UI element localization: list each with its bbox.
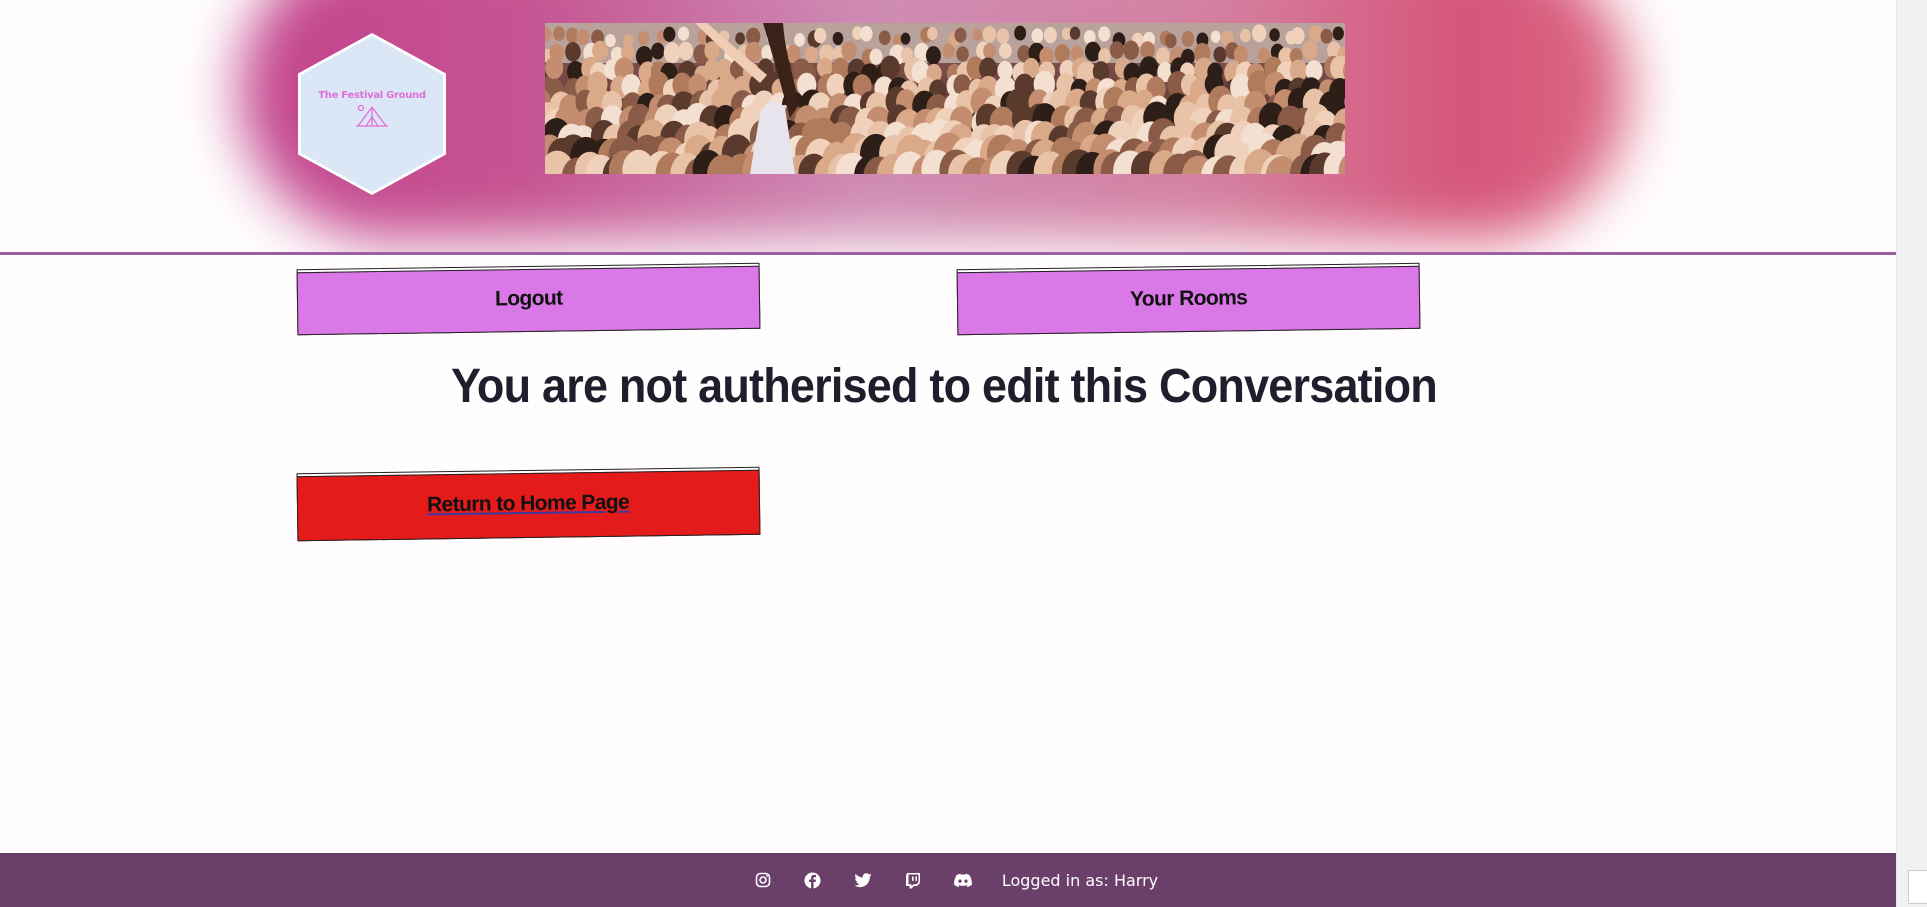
crowd-photo [545, 23, 1345, 174]
twitch-icon[interactable] [904, 871, 922, 889]
logged-in-status: Logged in as: Harry [1001, 870, 1159, 890]
logout-label: Logout [494, 286, 563, 311]
logo-text: The Festival Ground [318, 90, 426, 101]
twitter-icon[interactable] [854, 871, 872, 889]
tent-icon [356, 104, 388, 127]
page-title: You are not autherised to edit this Conv… [451, 357, 1438, 413]
instagram-icon[interactable] [754, 871, 772, 889]
facebook-icon[interactable] [804, 871, 822, 889]
logout-button[interactable]: Logout [296, 262, 761, 336]
discord-icon[interactable] [953, 871, 972, 889]
header-divider [0, 252, 1896, 255]
return-home-button[interactable]: Return to Home Page [296, 466, 761, 542]
site-footer: Logged in as: Harry [0, 853, 1896, 907]
corner-widget [1908, 870, 1927, 904]
your-rooms-label: Your Rooms [1129, 286, 1248, 311]
page: The Festival Ground Logout Your Rooms Yo… [0, 0, 1896, 907]
site-header: The Festival Ground [0, 0, 1896, 255]
vertical-scrollbar[interactable] [1896, 0, 1927, 907]
banner-image [545, 23, 1345, 174]
your-rooms-button[interactable]: Your Rooms [956, 262, 1421, 336]
return-home-label[interactable]: Return to Home Page [427, 491, 629, 518]
